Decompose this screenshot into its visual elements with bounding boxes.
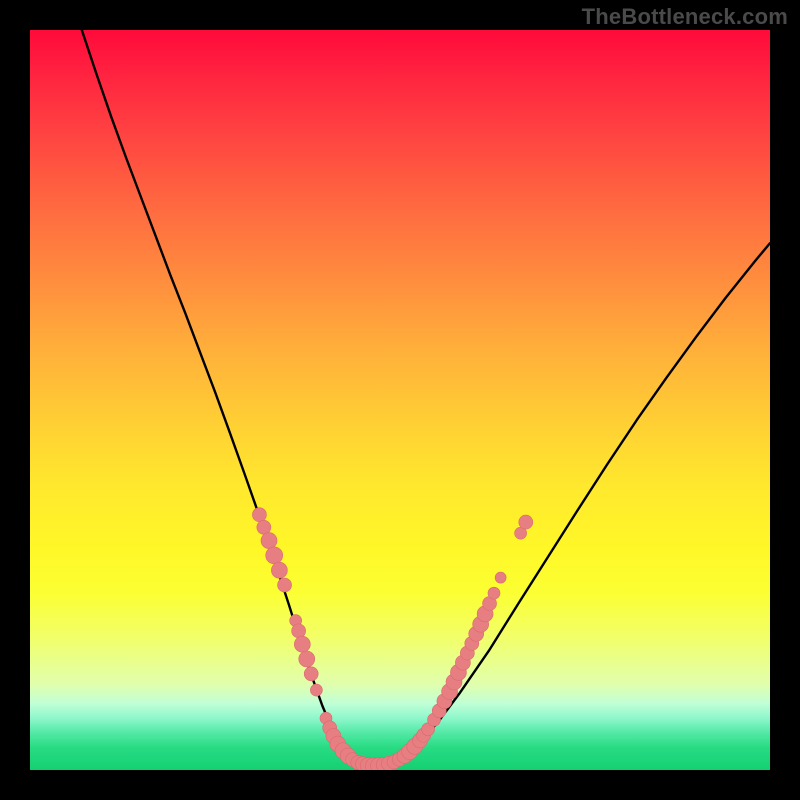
plot-area xyxy=(30,30,770,770)
curve-marker xyxy=(299,651,315,667)
watermark-text: TheBottleneck.com xyxy=(582,4,788,30)
chart-svg xyxy=(30,30,770,770)
curve-marker xyxy=(257,520,271,534)
curve-marker xyxy=(252,508,266,522)
bottleneck-curve xyxy=(82,30,770,766)
curve-marker xyxy=(278,578,292,592)
curve-marker xyxy=(495,572,506,583)
curve-marker xyxy=(519,515,533,529)
curve-marker xyxy=(488,587,500,599)
curve-marker xyxy=(304,667,318,681)
curve-marker xyxy=(294,636,310,652)
curve-marker xyxy=(266,547,283,564)
curve-marker xyxy=(310,684,322,696)
curve-marker xyxy=(292,624,306,638)
curve-marker xyxy=(271,562,287,578)
curve-marker xyxy=(261,533,277,549)
curve-markers xyxy=(252,508,532,770)
chart-frame: TheBottleneck.com xyxy=(0,0,800,800)
